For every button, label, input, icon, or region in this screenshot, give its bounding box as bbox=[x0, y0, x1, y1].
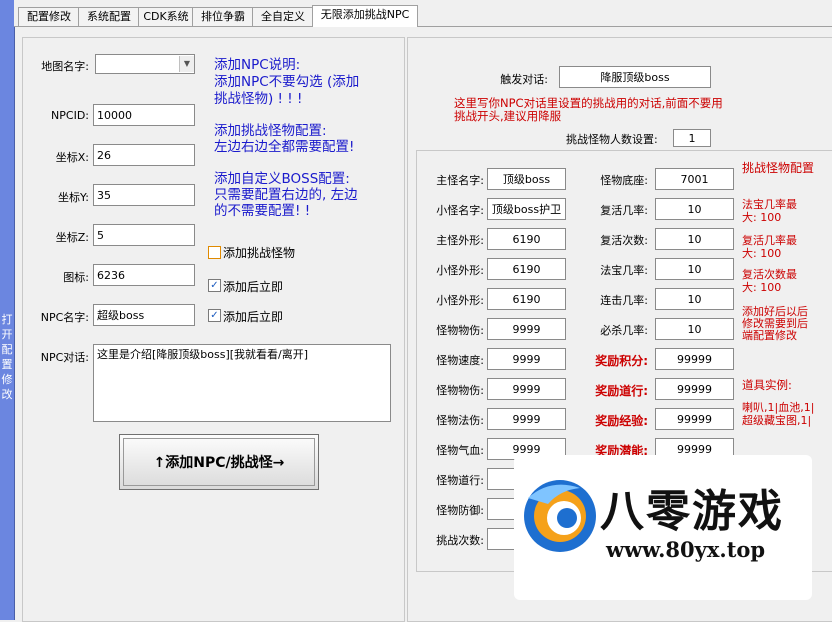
monster-left-row-label: 怪物物伤: bbox=[436, 324, 484, 337]
npc-name-label: NPC名字: bbox=[40, 311, 89, 324]
monster-left-row-input[interactable]: 9999 bbox=[487, 348, 566, 370]
boss-info-line-2: 只需要配置右边的, 左边 bbox=[214, 187, 358, 203]
npc-dialog-label: NPC对话: bbox=[40, 351, 89, 364]
monster-mid-row-input[interactable]: 10 bbox=[655, 258, 734, 280]
challenge-info-line-1: 添加挑战怪物配置: bbox=[214, 123, 327, 139]
npcid-label: NPCID: bbox=[51, 109, 89, 122]
tab-system-config[interactable]: 系统配置 bbox=[78, 7, 140, 26]
monster-mid-row-input[interactable]: 99999 bbox=[655, 378, 734, 400]
npc-info-line-3: 挑战怪物) ! ! ! bbox=[214, 91, 303, 107]
add-npc-button[interactable]: ↑添加NPC/挑战怪→ bbox=[119, 434, 319, 490]
monster-left-row-label: 怪物道行: bbox=[436, 474, 484, 487]
item-example-label: 道具实例: bbox=[742, 378, 792, 392]
monster-mid-row-label: 奖励道行: bbox=[595, 384, 648, 398]
monster-left-row-label: 挑战次数: bbox=[436, 534, 484, 547]
monster-left-row-input[interactable]: 6190 bbox=[487, 228, 566, 250]
monster-left-row-input[interactable]: 6190 bbox=[487, 258, 566, 280]
watermark-brand: 八零游戏 bbox=[600, 486, 784, 537]
add-immediately-checkbox-1[interactable]: ✓ bbox=[208, 279, 221, 292]
monster-mid-row-label: 连击几率: bbox=[600, 294, 648, 307]
npc-info-line-1: 添加NPC说明: bbox=[214, 57, 301, 73]
tab-cdk-system[interactable]: CDK系统 bbox=[138, 7, 194, 26]
monster-count-input[interactable]: 1 bbox=[673, 129, 711, 147]
monster-left-row-label: 怪物气血: bbox=[436, 444, 484, 457]
monster-left-row-label: 主怪名字: bbox=[436, 174, 484, 187]
monster-mid-row-label: 复活几率: bbox=[600, 204, 648, 217]
coord-y-input[interactable]: 35 bbox=[93, 184, 195, 206]
modify-note: 添加好后以后修改需要到后端配置修改 bbox=[742, 305, 808, 342]
add-immediately-label-1: 添加后立即 bbox=[223, 280, 284, 294]
monster-mid-row-input[interactable]: 7001 bbox=[655, 168, 734, 190]
icon-label: 图标: bbox=[63, 271, 89, 284]
challenge-info-line-2: 左边右边全都需要配置! bbox=[214, 139, 355, 155]
add-challenge-monster-label: 添加挑战怪物 bbox=[223, 246, 296, 260]
npc-info-line-2: 添加NPC不要勾选 (添加 bbox=[214, 74, 360, 90]
monster-left-row-label: 主怪外形: bbox=[436, 234, 484, 247]
add-immediately-checkbox-2[interactable]: ✓ bbox=[208, 309, 221, 322]
monster-left-row-label: 怪物防御: bbox=[436, 504, 484, 517]
chevron-down-icon[interactable]: ▼ bbox=[179, 56, 194, 72]
monster-mid-row-input[interactable]: 10 bbox=[655, 318, 734, 340]
item-example-value: 喇叭,1|血池,1|超级藏宝图,1| bbox=[742, 401, 815, 427]
coord-z-label: 坐标Z: bbox=[55, 231, 89, 244]
monster-left-row-input[interactable]: 9999 bbox=[487, 318, 566, 340]
tab-add-challenge-npc[interactable]: 无限添加挑战NPC bbox=[312, 5, 418, 27]
monster-left-row-input[interactable]: 9999 bbox=[487, 408, 566, 430]
boss-info-line-3: 的不需要配置! ! bbox=[214, 203, 311, 219]
logo-icon bbox=[524, 480, 596, 552]
monster-mid-row-input[interactable]: 10 bbox=[655, 288, 734, 310]
add-immediately-label-2: 添加后立即 bbox=[223, 310, 284, 324]
map-name-label: 地图名字: bbox=[41, 60, 89, 73]
coord-x-label: 坐标X: bbox=[55, 151, 89, 164]
monster-mid-row-label: 奖励积分: bbox=[595, 354, 648, 368]
monster-left-row-label: 小怪外形: bbox=[436, 294, 484, 307]
monster-left-row-input[interactable]: 顶级boss bbox=[487, 168, 566, 190]
monster-config-note: 挑战怪物配置 bbox=[742, 161, 815, 175]
monster-left-row-label: 怪物物伤: bbox=[436, 384, 484, 397]
monster-mid-row-label: 法宝几率: bbox=[600, 264, 648, 277]
trigger-note: 这里写你NPC对话里设置的挑战用的对话,前面不要用挑战开头,建议用降服 bbox=[454, 96, 723, 123]
revive-count-note: 复活次数最大: 100 bbox=[742, 268, 797, 294]
add-npc-button-label: ↑添加NPC/挑战怪→ bbox=[123, 438, 315, 486]
treasure-rate-note: 法宝几率最大: 100 bbox=[742, 198, 797, 224]
tab-custom[interactable]: 全自定义 bbox=[252, 7, 314, 26]
trigger-dialog-input[interactable]: 降服顶级boss bbox=[559, 66, 711, 88]
monster-mid-row-input[interactable]: 10 bbox=[655, 228, 734, 250]
monster-left-row-label: 怪物法伤: bbox=[436, 414, 484, 427]
monster-mid-row-input[interactable]: 99999 bbox=[655, 408, 734, 430]
monster-left-row-input[interactable]: 6190 bbox=[487, 288, 566, 310]
trigger-dialog-label: 触发对话: bbox=[500, 73, 548, 86]
icon-input[interactable]: 6236 bbox=[93, 264, 195, 286]
tab-config-edit[interactable]: 配置修改 bbox=[18, 7, 80, 26]
monster-left-row-label: 小怪外形: bbox=[436, 264, 484, 277]
monster-mid-row-label: 怪物底座: bbox=[600, 174, 648, 187]
revive-rate-note: 复活几率最大: 100 bbox=[742, 234, 797, 260]
add-challenge-monster-checkbox[interactable] bbox=[208, 246, 221, 259]
npc-name-input[interactable]: 超级boss bbox=[93, 304, 195, 326]
coord-y-label: 坐标Y: bbox=[58, 191, 89, 204]
monster-mid-row-label: 复活次数: bbox=[600, 234, 648, 247]
monster-left-row-input[interactable]: 顶级boss护卫 bbox=[487, 198, 566, 220]
coord-z-input[interactable]: 5 bbox=[93, 224, 195, 246]
sidebar-label[interactable]: 打开配置修改 bbox=[0, 312, 14, 402]
monster-count-label: 挑战怪物人数设置: bbox=[566, 133, 658, 146]
watermark-url: www.80yx.top bbox=[606, 537, 766, 562]
monster-left-row-input[interactable]: 9999 bbox=[487, 378, 566, 400]
coord-x-input[interactable]: 26 bbox=[93, 144, 195, 166]
tab-ranking[interactable]: 排位争霸 bbox=[192, 7, 254, 26]
monster-left-row-label: 小怪名字: bbox=[436, 204, 484, 217]
npcid-input[interactable]: 10000 bbox=[93, 104, 195, 126]
boss-info-line-1: 添加自定义BOSS配置: bbox=[214, 171, 350, 187]
monster-mid-row-input[interactable]: 99999 bbox=[655, 348, 734, 370]
sidebar-strip[interactable] bbox=[0, 0, 15, 620]
monster-mid-row-label: 必杀几率: bbox=[600, 324, 648, 337]
monster-left-row-label: 怪物速度: bbox=[436, 354, 484, 367]
monster-mid-row-input[interactable]: 10 bbox=[655, 198, 734, 220]
monster-mid-row-label: 奖励经验: bbox=[595, 414, 648, 428]
npc-dialog-textarea[interactable]: 这里是介绍[降服顶级boss][我就看看/离开] bbox=[93, 344, 391, 422]
